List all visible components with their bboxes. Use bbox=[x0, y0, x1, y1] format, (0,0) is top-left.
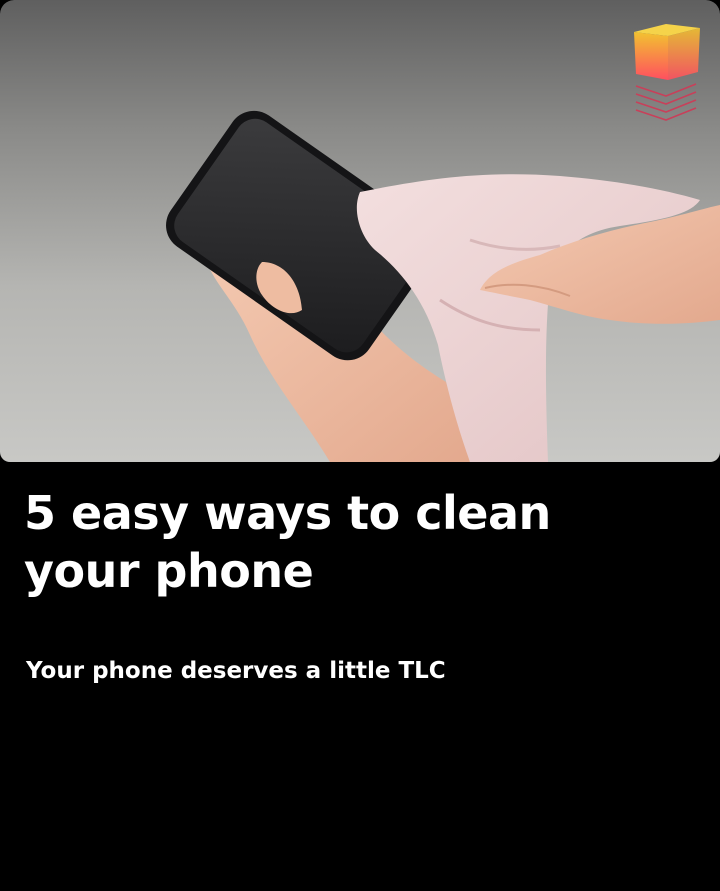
open-box-icon bbox=[634, 24, 700, 121]
hero-image bbox=[0, 0, 720, 462]
phone-cleaning-photo bbox=[166, 110, 720, 462]
article-headline[interactable]: 5 easy ways to clean your phone bbox=[24, 484, 664, 600]
article-card[interactable]: 5 easy ways to clean your phone Your pho… bbox=[0, 0, 720, 891]
article-subtitle: Your phone deserves a little TLC bbox=[26, 658, 446, 684]
brand-logo bbox=[628, 18, 704, 122]
